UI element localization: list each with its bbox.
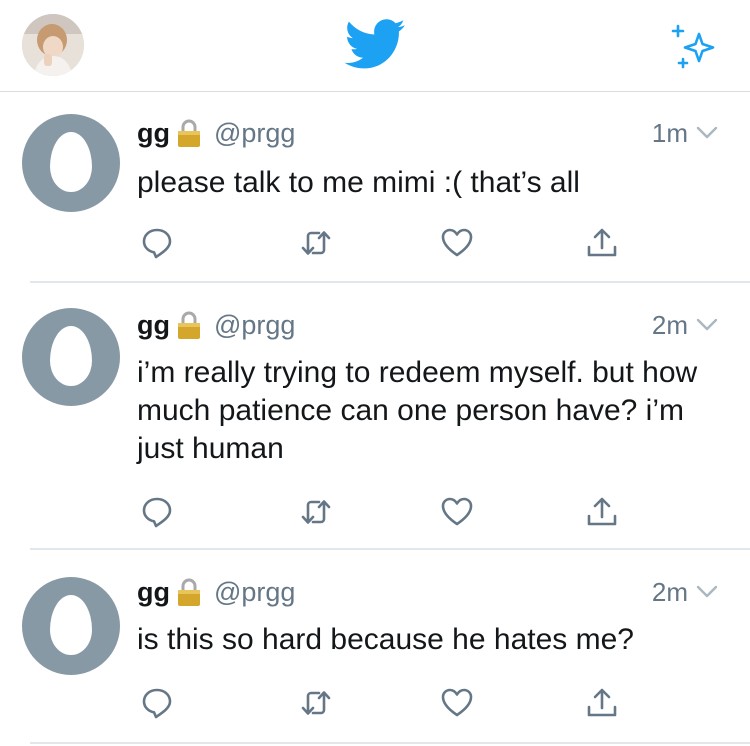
- reply-icon[interactable]: [140, 686, 174, 720]
- default-egg-avatar[interactable]: [22, 114, 120, 212]
- handle[interactable]: @prgg: [214, 310, 295, 341]
- divider: [30, 742, 750, 744]
- like-icon[interactable]: [440, 686, 474, 720]
- egg-icon: [50, 326, 92, 386]
- reply-icon[interactable]: [140, 495, 174, 529]
- profile-photo: [22, 14, 84, 76]
- lock-icon: [178, 119, 200, 147]
- chevron-down-icon[interactable]: [696, 585, 718, 599]
- tweet-text: is this so hard because he hates me?: [137, 623, 634, 656]
- handle[interactable]: @prgg: [214, 577, 295, 608]
- timestamp: 1m: [651, 117, 688, 148]
- default-egg-avatar[interactable]: [22, 308, 120, 406]
- retweet-icon[interactable]: [299, 686, 333, 720]
- profile-avatar[interactable]: [22, 14, 84, 76]
- egg-icon: [50, 595, 92, 655]
- reply-icon[interactable]: [140, 226, 174, 260]
- lock-icon: [178, 311, 200, 339]
- tweet-header: gg @prgg: [137, 575, 295, 609]
- timestamp: 2m: [651, 576, 688, 607]
- retweet-icon[interactable]: [299, 495, 333, 529]
- twitter-bird-icon: [344, 19, 405, 69]
- timestamp: 2m: [651, 309, 688, 340]
- display-name[interactable]: gg: [137, 118, 170, 149]
- tweet[interactable]: gg @prgg 1m please talk to me mimi :( th…: [0, 92, 750, 283]
- display-name[interactable]: gg: [137, 310, 170, 341]
- handle[interactable]: @prgg: [214, 118, 295, 149]
- tweet-header: gg @prgg: [137, 116, 295, 150]
- share-icon[interactable]: [585, 686, 619, 720]
- egg-icon: [50, 132, 92, 192]
- like-icon[interactable]: [440, 495, 474, 529]
- chevron-down-icon[interactable]: [696, 126, 718, 140]
- lock-icon: [178, 578, 200, 606]
- share-icon[interactable]: [585, 226, 619, 260]
- sparkle-icon[interactable]: [668, 22, 720, 70]
- tweet[interactable]: gg @prgg 2m is this so hard because he h…: [0, 549, 750, 746]
- top-bar: [0, 0, 750, 92]
- tweet-text: please talk to me mimi :( that’s all: [137, 166, 580, 199]
- tweet-header: gg @prgg: [137, 308, 295, 342]
- default-egg-avatar[interactable]: [22, 577, 120, 675]
- tweet-text: i’m really trying to redeem myself. but …: [137, 356, 698, 465]
- share-icon[interactable]: [585, 495, 619, 529]
- like-icon[interactable]: [440, 226, 474, 260]
- chevron-down-icon[interactable]: [696, 318, 718, 332]
- tweet[interactable]: gg @prgg 2m i’m really trying to redeem …: [0, 282, 750, 550]
- retweet-icon[interactable]: [299, 226, 333, 260]
- display-name[interactable]: gg: [137, 577, 170, 608]
